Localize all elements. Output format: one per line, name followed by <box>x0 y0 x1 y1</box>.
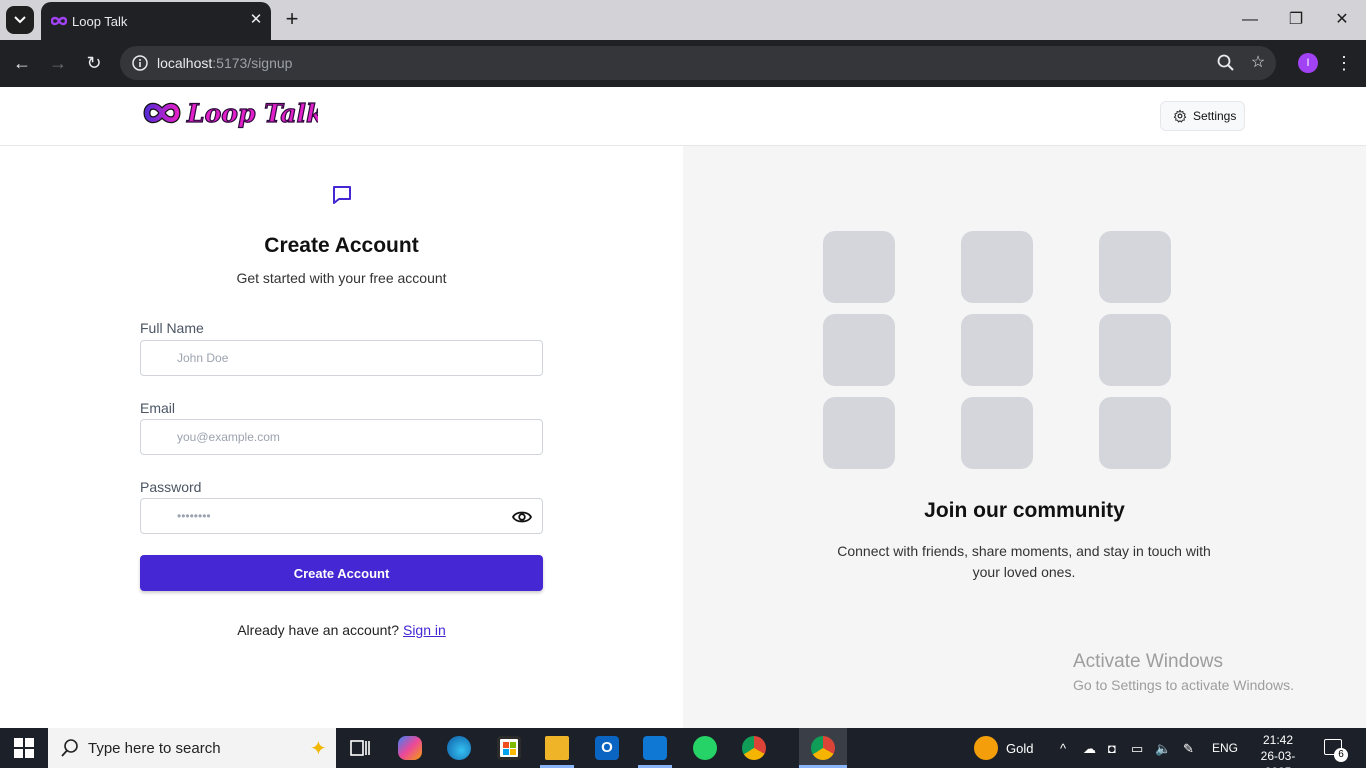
minimize-button[interactable]: — <box>1238 8 1262 32</box>
password-label: Password <box>140 479 202 495</box>
zoom-icon[interactable] <box>1216 53 1236 73</box>
loop-favicon-icon <box>51 16 67 26</box>
taskbar-search[interactable]: Type here to search ✦ <box>48 728 336 768</box>
copilot-icon[interactable] <box>398 736 422 760</box>
weather-icon[interactable] <box>974 736 998 760</box>
full-name-field <box>140 340 543 376</box>
store-tile <box>510 742 516 748</box>
pattern-tile <box>961 231 1033 303</box>
sparkle-icon: ✦ <box>310 738 327 760</box>
onedrive-icon[interactable]: ☁ <box>1083 741 1096 757</box>
camera-icon[interactable]: ◘ <box>1108 741 1116 756</box>
new-tab-button[interactable]: + <box>280 8 304 32</box>
pattern-tile <box>961 314 1033 386</box>
password-field <box>140 498 543 534</box>
browser-toolbar: ← → ↻ localhost:5173/signup ☆ I ⋮ <box>0 40 1366 87</box>
form-subtitle: Get started with your free account <box>236 270 447 286</box>
email-label: Email <box>140 400 176 416</box>
forward-button[interactable]: → <box>46 51 70 75</box>
windows-start-icon[interactable] <box>14 738 34 758</box>
logo-text: Loop Talk <box>186 99 318 128</box>
watermark-title: Activate Windows <box>1073 651 1223 672</box>
activation-watermark: Activate Windows Go to Settings to activ… <box>1073 651 1294 693</box>
weather-label[interactable]: Gold <box>1006 741 1033 756</box>
close-window-button[interactable]: ✕ <box>1330 8 1354 32</box>
chevron-down-icon <box>14 16 26 24</box>
url-host: localhost <box>157 55 213 71</box>
clock-date: 26-03-2025 <box>1260 749 1296 768</box>
community-title: Join our community <box>924 499 1125 522</box>
community-panel: Join our community Connect with friends,… <box>683 146 1366 728</box>
store-icon[interactable] <box>497 736 521 760</box>
gear-icon <box>1173 109 1187 123</box>
signin-prompt: Already have an account? Sign in <box>0 622 683 638</box>
full-name-label: Full Name <box>140 320 204 336</box>
message-square-icon <box>333 186 351 204</box>
chrome-active-app[interactable] <box>799 728 847 768</box>
pattern-tile <box>1099 397 1171 469</box>
browser-tabstrip: Loop Talk ✕ + — ❐ ✕ <box>0 0 1366 40</box>
site-info-icon[interactable] <box>132 55 148 71</box>
signin-link[interactable]: Sign in <box>403 622 446 638</box>
url-text: localhost:5173/signup <box>157 55 292 71</box>
back-button[interactable]: ← <box>10 51 34 75</box>
edge-icon[interactable] <box>447 736 471 760</box>
eye-icon[interactable] <box>512 508 532 526</box>
form-title: Create Account <box>264 234 419 257</box>
task-view-icon[interactable] <box>348 736 372 760</box>
reload-button[interactable]: ↻ <box>82 51 106 75</box>
pattern-tile <box>823 314 895 386</box>
address-bar[interactable]: localhost:5173/signup ☆ <box>120 46 1276 80</box>
tab-search-button[interactable] <box>6 6 34 34</box>
whatsapp-icon[interactable] <box>693 736 717 760</box>
create-account-button[interactable]: Create Account <box>140 555 543 591</box>
language-indicator[interactable]: ENG <box>1212 741 1238 755</box>
pen-icon[interactable]: ✎ <box>1183 741 1194 757</box>
community-text: Connect with friends, share moments, and… <box>837 543 1211 580</box>
system-clock[interactable]: 21:42 26-03-2025 <box>1248 732 1308 768</box>
store-tile <box>510 749 516 755</box>
store-tile <box>503 749 509 755</box>
email-input[interactable] <box>141 420 542 454</box>
tab-close-icon[interactable]: ✕ <box>247 11 265 29</box>
password-input[interactable] <box>141 499 542 533</box>
signin-prompt-text: Already have an account? <box>237 622 400 638</box>
vscode-icon[interactable] <box>643 736 667 760</box>
app-page: Loop Talk Settings Create Account Get st… <box>0 87 1366 728</box>
clock-time: 21:42 <box>1262 733 1294 747</box>
pattern-tile <box>823 397 895 469</box>
search-icon <box>61 739 78 757</box>
url-path: :5173/signup <box>212 55 293 71</box>
bookmark-star-icon[interactable]: ☆ <box>1248 53 1268 73</box>
pattern-tile <box>823 231 895 303</box>
tab-title: Loop Talk <box>72 14 128 29</box>
settings-button[interactable]: Settings <box>1160 101 1245 131</box>
pattern-tile <box>1099 314 1171 386</box>
browser-tab[interactable]: Loop Talk ✕ <box>41 2 271 40</box>
app-navbar: Loop Talk Settings <box>0 87 1366 146</box>
chrome-profile-icon <box>811 736 835 760</box>
notification-badge: 6 <box>1334 748 1348 762</box>
settings-label: Settings <box>1193 109 1237 123</box>
taskbar: Type here to search ✦ O Gold ^ ☁ ◘ ▭ 🔈 ✎… <box>0 728 1366 768</box>
loop-talk-logo[interactable]: Loop Talk <box>143 95 318 131</box>
browser-menu-icon[interactable]: ⋮ <box>1334 51 1354 75</box>
pattern-tile <box>1099 231 1171 303</box>
store-tile <box>503 742 509 748</box>
network-icon[interactable]: ▭ <box>1131 741 1143 757</box>
file-explorer-icon[interactable] <box>545 736 569 760</box>
profile-avatar[interactable]: I <box>1298 53 1318 73</box>
watermark-subtitle: Go to Settings to activate Windows. <box>1073 677 1294 693</box>
signup-panel: Create Account Get started with your fre… <box>0 146 683 728</box>
outlook-icon[interactable]: O <box>595 736 619 760</box>
restore-button[interactable]: ❐ <box>1284 8 1308 32</box>
email-field <box>140 419 543 455</box>
tray-chevron-icon[interactable]: ^ <box>1060 741 1066 756</box>
search-placeholder: Type here to search <box>88 740 221 757</box>
volume-icon[interactable]: 🔈 <box>1155 741 1171 757</box>
full-name-input[interactable] <box>141 341 542 375</box>
pattern-tile <box>961 397 1033 469</box>
chrome-icon[interactable] <box>742 736 766 760</box>
